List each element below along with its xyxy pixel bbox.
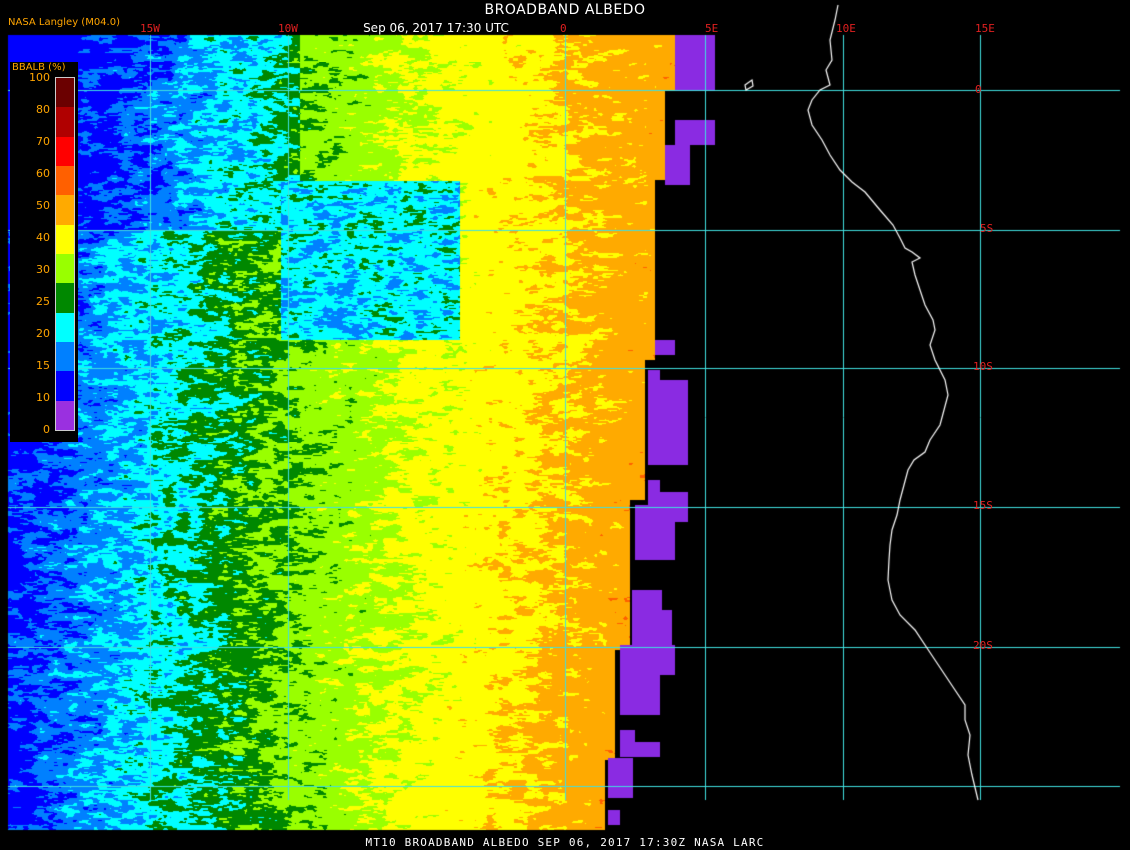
legend-swatch [56, 400, 74, 431]
legend-tick: 60 [36, 167, 50, 180]
legend-tick: 25 [36, 295, 50, 308]
lon-label-10e: 10E [836, 22, 856, 35]
legend-swatch [56, 342, 74, 372]
legend-tick: 10 [36, 391, 50, 404]
legend-tick: 40 [36, 231, 50, 244]
lon-label-15w: 15W [140, 22, 160, 35]
legend-tick: 70 [36, 135, 50, 148]
legend-tick: 80 [36, 103, 50, 116]
lon-label-15e: 15E [975, 22, 995, 35]
lon-label-10w: 10W [278, 22, 298, 35]
legend-swatch [56, 166, 74, 196]
legend-tick: 100 [29, 71, 50, 84]
legend-swatch [56, 224, 74, 255]
footer-caption: MT10 BROADBAND ALBEDO SEP 06, 2017 17:30… [365, 836, 765, 849]
legend-tick: 20 [36, 327, 50, 340]
lon-label-0: 0 [560, 22, 567, 35]
legend-color-bar [55, 77, 75, 431]
legend-swatch [56, 283, 74, 314]
legend-swatch [56, 107, 74, 138]
legend-tick: 50 [36, 199, 50, 212]
legend-swatch [56, 136, 74, 167]
legend-swatch [56, 195, 74, 226]
lat-label-20s: 20S [973, 639, 993, 652]
legend-tick: 0 [43, 423, 50, 436]
lat-label-5s: 5S [980, 222, 994, 235]
legend-swatch [56, 371, 74, 402]
source-label: NASA Langley (M04.0) [8, 17, 120, 28]
legend-tick: 15 [36, 359, 50, 372]
map-title: BROADBAND ALBEDO [484, 2, 646, 18]
map-view[interactable] [0, 0, 1130, 850]
lon-label-5e: 5E [705, 22, 719, 35]
color-legend: BBALB (%) 100 80 70 60 50 40 30 25 20 15… [10, 62, 78, 442]
legend-tick: 30 [36, 263, 50, 276]
lat-label-0: 0 [975, 83, 982, 96]
legend-swatch [56, 254, 74, 284]
lat-label-15s: 15S [973, 499, 993, 512]
legend-swatch [56, 78, 74, 108]
albedo-map-canvas[interactable] [0, 0, 1130, 850]
lat-label-10s: 10S [973, 360, 993, 373]
legend-swatch [56, 312, 74, 343]
